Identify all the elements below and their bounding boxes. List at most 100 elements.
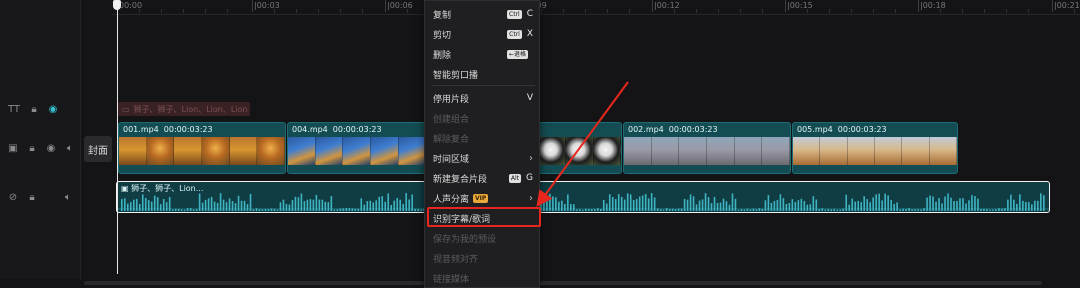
ruler-tick [252,0,253,12]
lock-icon[interactable]: 🔒︎ [27,144,37,154]
ruler-minor-tick [873,9,874,13]
menu-item: 解除复合 [425,128,541,148]
ruler-minor-tick [984,9,985,13]
ruler-minor-tick [274,9,275,13]
playhead-line[interactable] [117,8,118,274]
menu-item-shortcut: C [526,9,533,19]
tiger-thumbnail [371,137,399,165]
video-clip-duration: 00:00:03:23 [837,125,887,134]
video-clip-duration: 00:00:03:23 [332,125,382,134]
menu-item-shortcut: G [526,173,533,183]
ruler-tick [785,0,786,12]
ruler-minor-tick [340,9,341,13]
keyboard-key-badge: ←退格 [506,49,528,59]
menu-item[interactable]: 人声分离 VIP › [425,188,541,208]
video-clip-name: 004.mp4 [292,125,328,134]
ruler-tick-label: |00:18 [920,1,946,10]
video-track-icon: ▣ [8,143,18,154]
video-clip-name: 005.mp4 [797,125,833,134]
elephant-thumbnail [707,137,735,165]
ruler-minor-tick [183,9,184,13]
speaker-icon[interactable]: 🔈︎ [63,193,73,203]
playhead-handle[interactable] [113,0,121,10]
tiger-thumbnail [288,137,316,165]
chevron-right-icon: › [529,192,533,204]
menu-item-label: 剪切 [433,30,452,41]
video-clip[interactable]: 001.mp4 00:00:03:23 [118,122,286,174]
vip-badge: VIP [473,193,489,203]
giraffe-thumbnail [820,137,848,165]
menu-item: 保存为我的预设 [425,228,541,248]
ruler-minor-tick [829,9,830,13]
elephant-thumbnail [651,137,680,165]
subtitle-clip-text: 狮子、狮子、Lion、Lion、Lion [133,104,248,114]
ruler-minor-tick [227,9,228,13]
ruler-tick-label: |00:03 [254,1,280,10]
audio-track-controls: ⊘ 🔒︎ 🔈︎ [8,193,73,203]
text-track-controls: TT 🔒︎ ◉ [8,105,58,115]
menu-item[interactable]: 剪切 Ctrl X [425,24,541,44]
video-clip-label: 004.mp4 00:00:03:23 [292,125,382,134]
menu-item[interactable]: 复制 Ctrl C [425,4,541,24]
ruler-minor-tick [1006,9,1007,13]
ruler-minor-tick [362,9,363,13]
ruler-tick [1052,0,1053,12]
eye-icon[interactable]: ◉ [46,144,56,154]
subtitle-clip-icon: ▭ [122,104,130,114]
giraffe-thumbnail [847,137,875,165]
track-header-panel: TT 🔒︎ ◉ ▣ 🔒︎ ◉ 🔈︎ ⊘ 🔒︎ 🔈︎ [0,0,81,288]
video-clip-thumbnails [624,137,790,165]
eye-icon[interactable]: ◉ [48,105,58,115]
subtitle-clip[interactable]: ▭ 狮子、狮子、Lion、Lion、Lion [118,102,250,116]
menu-item-label: 解除复合 [433,134,470,145]
lock-icon[interactable]: 🔒︎ [29,105,39,115]
menu-item[interactable]: 删除 ←退格 [425,44,541,64]
panda-thumbnail [566,137,594,165]
speaker-icon[interactable]: 🔈︎ [65,144,75,154]
audio-track-icon: ⊘ [8,192,18,203]
elephant-thumbnail [679,137,708,165]
video-clip[interactable]: 002.mp4 00:00:03:23 [623,122,791,174]
ruler-minor-tick [629,9,630,13]
menu-item-label: 时间区域 [433,154,470,165]
menu-item-label: 链接媒体 [433,274,470,285]
keyboard-key-badge: Ctrl [507,9,522,19]
timeline-scrollbar-thumb[interactable] [84,281,1042,285]
lock-icon[interactable]: 🔒︎ [27,193,37,203]
menu-item[interactable]: 新建复合片段 Alt G [425,168,541,188]
ruler-minor-tick [1028,9,1029,13]
video-clip-duration: 00:00:03:23 [163,125,213,134]
elephant-thumbnail [762,137,790,165]
menu-item-label: 创建组合 [433,114,470,125]
ruler-minor-tick [718,9,719,13]
lion-thumbnail [202,137,230,165]
menu-item-label: 复制 [433,10,452,21]
menu-item[interactable]: 智能剪口播 [425,64,541,84]
audio-clip[interactable]: ▣ 狮子、狮子、Lion... [116,181,1050,213]
menu-separator [431,85,535,86]
lion-thumbnail [119,137,147,165]
highlight-box [427,207,541,227]
menu-item[interactable]: 停用片段 V [425,88,541,108]
ruler-minor-tick [851,9,852,13]
context-menu: 复制 Ctrl C 剪切 Ctrl X 删除 ←退格 智能剪口播 停用片段 V 创建组合 解除复合 时间区… [424,0,540,288]
ruler-minor-tick [318,9,319,13]
panda-thumbnail [538,137,567,165]
giraffe-thumbnail [793,137,821,165]
ruler-minor-tick [607,9,608,13]
cover-button[interactable]: 封面 [84,136,112,162]
menu-item: 创建组合 [425,108,541,128]
ruler-minor-tick [205,9,206,13]
ruler-minor-tick [674,9,675,13]
menu-item[interactable]: 时间区域 › [425,148,541,168]
giraffe-thumbnail [874,137,903,165]
tiger-thumbnail [398,137,427,165]
video-clip[interactable]: 005.mp4 00:00:03:23 [792,122,958,174]
menu-item-label: 删除 [433,50,452,61]
menu-item-shortcut: X [526,29,533,39]
timeline-ruler[interactable]: 00:00|00:03|00:06|00:09|00:12|00:15|00:1… [112,0,1080,15]
ruler-minor-tick [161,9,162,13]
menu-item-label: 新建复合片段 [433,174,488,185]
ruler-minor-tick [962,9,963,13]
video-clip-label: 002.mp4 00:00:03:23 [628,125,718,134]
